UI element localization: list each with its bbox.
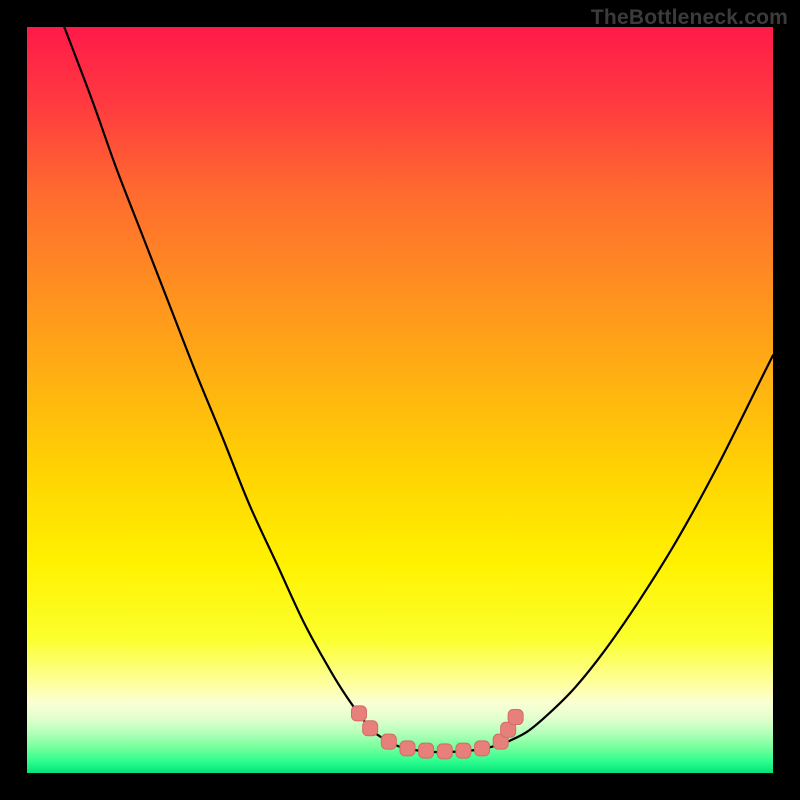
highlight-marker (400, 741, 415, 756)
chart-canvas (27, 27, 773, 773)
highlight-marker (351, 706, 366, 721)
highlight-marker (475, 741, 490, 756)
highlight-marker (419, 743, 434, 758)
highlight-marker (381, 734, 396, 749)
watermark-text: TheBottleneck.com (591, 6, 788, 30)
highlight-marker (363, 721, 378, 736)
highlight-marker (456, 743, 471, 758)
gradient-background (27, 27, 773, 773)
highlight-marker (508, 710, 523, 725)
outer-frame: TheBottleneck.com (0, 0, 800, 800)
highlight-marker (437, 744, 452, 759)
